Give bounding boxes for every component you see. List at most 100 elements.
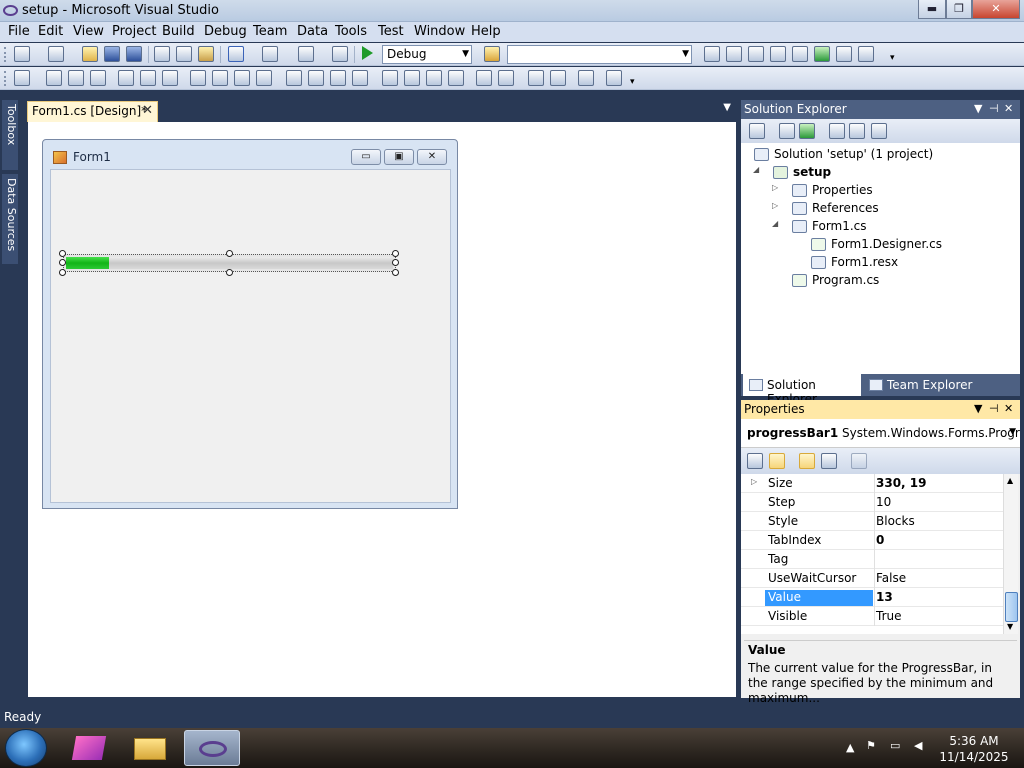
menu-debug[interactable]: Debug bbox=[204, 24, 247, 39]
property-row-tag[interactable]: Tag bbox=[741, 550, 1003, 569]
tree-program[interactable]: Program.cs bbox=[792, 273, 879, 287]
align-to-grid-icon[interactable] bbox=[14, 70, 30, 86]
menu-file[interactable]: File bbox=[8, 24, 30, 39]
window-position-icon[interactable]: ▼ bbox=[974, 402, 982, 415]
property-row-size[interactable]: ▷ Size 330, 19 bbox=[741, 474, 1003, 493]
extension-manager-icon[interactable] bbox=[836, 46, 852, 62]
paste-icon[interactable] bbox=[198, 46, 214, 62]
property-row-value[interactable]: Value 13 bbox=[741, 588, 1003, 607]
property-grid-scrollbar[interactable]: ▲ ▼ bbox=[1003, 474, 1018, 634]
toolbar-overflow-icon[interactable]: ▾ bbox=[890, 53, 895, 63]
tree-properties[interactable]: ▷ Properties bbox=[772, 183, 873, 197]
resize-handle-top-left[interactable] bbox=[59, 250, 66, 257]
form-client-area[interactable] bbox=[50, 169, 451, 503]
volume-muted-icon[interactable]: ◀ bbox=[914, 739, 922, 752]
horizontal-spacing-icon[interactable] bbox=[286, 70, 302, 86]
vertical-spacing-icon[interactable] bbox=[382, 70, 398, 86]
form-maximize-button[interactable]: ▣ bbox=[384, 149, 414, 165]
network-icon[interactable]: ▭ bbox=[890, 739, 900, 752]
restore-button[interactable]: ❐ bbox=[946, 0, 972, 19]
cut-icon[interactable] bbox=[154, 46, 170, 62]
property-value[interactable]: True bbox=[876, 609, 902, 623]
system-clock[interactable]: 5:36 AM 11/14/2025 bbox=[934, 733, 1014, 765]
menu-build[interactable]: Build bbox=[162, 24, 195, 39]
toolbox-tab[interactable]: Toolbox bbox=[2, 100, 18, 170]
taskbar-app-visual-studio-icon[interactable] bbox=[184, 730, 240, 766]
scrollbar-thumb[interactable] bbox=[1005, 592, 1018, 622]
lock-controls-icon[interactable] bbox=[606, 70, 622, 86]
align-rights-icon[interactable] bbox=[90, 70, 106, 86]
make-same-height-icon[interactable] bbox=[234, 70, 250, 86]
bring-to-front-icon[interactable] bbox=[528, 70, 544, 86]
property-value[interactable]: Blocks bbox=[876, 514, 915, 528]
send-to-back-icon[interactable] bbox=[550, 70, 566, 86]
menu-view[interactable]: View bbox=[73, 24, 104, 39]
view-class-diagram-icon[interactable] bbox=[871, 123, 887, 139]
size-to-grid-icon[interactable] bbox=[212, 70, 228, 86]
increase-vertical-spacing-icon[interactable] bbox=[404, 70, 420, 86]
tree-form1-designer[interactable]: Form1.Designer.cs bbox=[811, 237, 942, 251]
form-close-button[interactable]: ✕ bbox=[417, 149, 447, 165]
start-page-icon[interactable] bbox=[814, 46, 830, 62]
find-in-files-icon[interactable] bbox=[484, 46, 500, 62]
expand-icon[interactable]: ▷ bbox=[772, 183, 778, 192]
tree-project-setup[interactable]: ◢ setup bbox=[753, 165, 831, 179]
object-browser-icon[interactable] bbox=[748, 46, 764, 62]
menu-help[interactable]: Help bbox=[471, 24, 501, 39]
show-hidden-icons-icon[interactable]: ▲ bbox=[846, 741, 854, 754]
close-panel-icon[interactable]: ✕ bbox=[1004, 402, 1013, 415]
menu-team[interactable]: Team bbox=[253, 24, 287, 39]
remove-vertical-spacing-icon[interactable] bbox=[448, 70, 464, 86]
property-value[interactable]: 13 bbox=[876, 590, 893, 604]
properties-window-icon[interactable] bbox=[726, 46, 742, 62]
property-row-visible[interactable]: Visible True bbox=[741, 607, 1003, 626]
make-same-size-icon[interactable] bbox=[256, 70, 272, 86]
property-value[interactable]: 330, 19 bbox=[876, 476, 926, 490]
open-file-icon[interactable] bbox=[82, 46, 98, 62]
resize-handle-bottom-right[interactable] bbox=[392, 269, 399, 276]
toolbar-grip[interactable] bbox=[4, 71, 7, 86]
navigate-forward-icon[interactable] bbox=[332, 46, 348, 62]
increase-horizontal-spacing-icon[interactable] bbox=[308, 70, 324, 86]
start-debugging-icon[interactable] bbox=[362, 46, 373, 60]
expand-icon[interactable]: ▷ bbox=[751, 477, 757, 486]
center-vertically-icon[interactable] bbox=[498, 70, 514, 86]
property-row-usewaitcursor[interactable]: UseWaitCursor False bbox=[741, 569, 1003, 588]
align-centers-icon[interactable] bbox=[68, 70, 84, 86]
tab-solution-explorer[interactable]: Solution Explorer bbox=[743, 374, 861, 406]
resize-handle-bottom-center[interactable] bbox=[226, 269, 233, 276]
navigate-backward-icon[interactable] bbox=[298, 46, 314, 62]
menu-tools[interactable]: Tools bbox=[335, 24, 367, 39]
find-combo[interactable]: ▼ bbox=[507, 45, 692, 64]
align-middles-icon[interactable] bbox=[140, 70, 156, 86]
view-designer-icon[interactable] bbox=[849, 123, 865, 139]
start-button[interactable] bbox=[5, 729, 47, 767]
form-minimize-button[interactable]: ▭ bbox=[351, 149, 381, 165]
make-same-width-icon[interactable] bbox=[190, 70, 206, 86]
property-value[interactable]: 0 bbox=[876, 533, 884, 547]
property-value[interactable]: 10 bbox=[876, 495, 891, 509]
tab-dropdown-icon[interactable]: ▼ bbox=[723, 102, 731, 113]
menu-data[interactable]: Data bbox=[297, 24, 328, 39]
toolbar-overflow-icon[interactable]: ▾ bbox=[630, 77, 635, 87]
resize-handle-top-center[interactable] bbox=[226, 250, 233, 257]
toolbox-icon[interactable] bbox=[770, 46, 786, 62]
window-position-icon[interactable]: ▼ bbox=[974, 102, 982, 115]
taskbar-app-explorer-icon[interactable] bbox=[122, 730, 178, 766]
decrease-vertical-spacing-icon[interactable] bbox=[426, 70, 442, 86]
collapse-icon[interactable]: ◢ bbox=[772, 219, 778, 228]
solution-explorer-icon[interactable] bbox=[704, 46, 720, 62]
scroll-up-icon[interactable]: ▲ bbox=[1007, 476, 1013, 485]
alphabetical-icon[interactable] bbox=[769, 453, 785, 469]
tree-references[interactable]: ▷ References bbox=[772, 201, 879, 215]
tab-order-icon[interactable] bbox=[578, 70, 594, 86]
tree-solution[interactable]: Solution 'setup' (1 project) bbox=[754, 147, 933, 161]
new-project-icon[interactable] bbox=[14, 46, 30, 62]
show-all-files-icon[interactable] bbox=[779, 123, 795, 139]
team-explorer-icon[interactable] bbox=[792, 46, 808, 62]
tab-form1-design[interactable]: Form1.cs [Design]* ✕ bbox=[27, 101, 158, 122]
data-sources-tab[interactable]: Data Sources bbox=[2, 174, 18, 264]
categorized-icon[interactable] bbox=[747, 453, 763, 469]
pin-icon[interactable]: ⊣ bbox=[989, 102, 999, 115]
resize-handle-middle-right[interactable] bbox=[392, 259, 399, 266]
